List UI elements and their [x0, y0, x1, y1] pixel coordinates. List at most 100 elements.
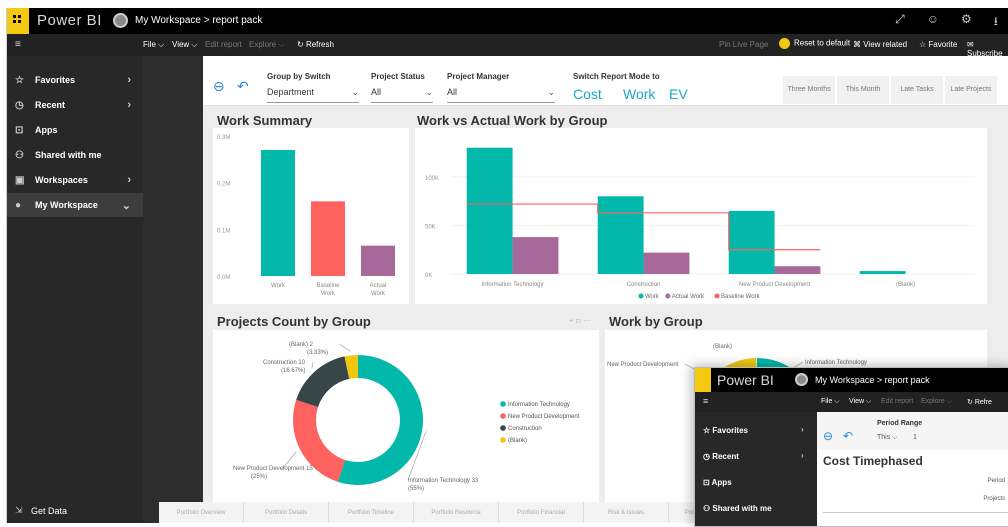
overlay-sidebar-favorites[interactable]: ☆ Favorites: [703, 426, 748, 435]
legend-label: New Product Development: [508, 414, 580, 420]
mode-work-button[interactable]: Work: [623, 86, 655, 102]
tab-portfolio-resource[interactable]: Portfolio Resource: [414, 502, 499, 523]
overlay-avatar: [795, 373, 808, 386]
this-month-button[interactable]: This Month: [837, 76, 889, 104]
overlay-view-menu[interactable]: View ⌵: [849, 398, 871, 406]
x-tick-label: Actual: [370, 283, 387, 289]
settings-gear-icon[interactable]: ⚙: [961, 12, 972, 33]
file-menu[interactable]: File ⌵: [143, 40, 164, 50]
back-arrow-icon[interactable]: ⊖: [213, 78, 225, 95]
legend-marker: [665, 293, 671, 299]
tab-risk-issues[interactable]: Risk & Issues: [584, 502, 669, 523]
sidebar-item-label: Apps: [35, 125, 58, 135]
overlay-period-this-dropdown[interactable]: This ⌵: [877, 434, 897, 442]
view-related-button[interactable]: ⌘ View related: [853, 40, 907, 49]
legend-label: Baseline Work: [721, 294, 761, 300]
sidebar-item-recent[interactable]: ◷ Recent ›: [7, 93, 143, 117]
x-tick-label: Work: [371, 291, 386, 297]
refresh-button[interactable]: ↻ Refresh: [297, 40, 334, 49]
y-tick-label: 50K: [425, 224, 436, 230]
group-by-dropdown[interactable]: Department ⌄: [267, 87, 359, 103]
get-data-button[interactable]: ⇲ Get Data: [7, 498, 143, 523]
overlay-refresh-label: Refre: [974, 399, 992, 406]
report-menu-bar: ≡ File ⌵ View ⌵ Edit report Explore ⌵ ↻ …: [7, 34, 1008, 58]
y-tick-label: 0.0M: [217, 275, 230, 281]
late-projects-button[interactable]: Late Projects: [945, 76, 997, 104]
brand-title: Power BI: [37, 12, 102, 29]
legend-label: (Blank): [508, 438, 527, 444]
data-label-leader: [311, 361, 314, 369]
mode-cost-button[interactable]: Cost: [573, 86, 602, 102]
top-bar: Power BI My Workspace > report pack ⤢ ☺ …: [7, 8, 1008, 34]
sidebar-item-shared[interactable]: ⚇ Shared with me: [7, 143, 143, 167]
reset-to-default-button[interactable]: Reset to default: [779, 38, 850, 49]
visual-header-icons[interactable]: ⌖ ⊡ ···: [569, 316, 591, 326]
bar: [261, 150, 295, 276]
data-label: Information Technology 33: [408, 478, 479, 484]
download-icon[interactable]: ⭳: [994, 12, 998, 33]
projects-count-visual[interactable]: Information Technology 33 (55%) New Produc…: [213, 316, 599, 502]
get-data-label: Get Data: [31, 505, 68, 516]
project-manager-value: All: [447, 87, 458, 97]
project-status-dropdown[interactable]: All ⌄: [371, 87, 433, 103]
legend-marker: [500, 413, 506, 419]
bar-work: [859, 271, 906, 274]
project-manager-dropdown[interactable]: All ⌄: [447, 87, 555, 103]
mode-ev-button[interactable]: EV: [669, 86, 688, 102]
app-launcher-icon[interactable]: [7, 8, 29, 34]
tab-portfolio-financial[interactable]: Portfolio Financial: [499, 502, 584, 523]
overlay-breadcrumb[interactable]: My Workspace > report pack: [815, 375, 930, 385]
tab-portfolio-overview[interactable]: Portfolio Overview: [159, 502, 244, 523]
overlay-edit-report[interactable]: Edit report: [881, 398, 913, 405]
hamburger-icon[interactable]: ≡: [15, 39, 21, 50]
project-manager-label: Project Manager: [447, 72, 510, 81]
overlay-period-number[interactable]: 1: [913, 434, 917, 441]
work-summary-visual[interactable]: 0.0M 0.1M 0.2M 0.3M Work Baseline Work Actual Wo…: [213, 128, 409, 304]
legend-marker: [500, 401, 506, 407]
overlay-report-window: Power BI My Workspace > report pack ≡ Fi…: [694, 367, 1008, 527]
overlay-file-menu[interactable]: File ⌵: [821, 398, 840, 406]
bar-actual-work: [774, 266, 821, 274]
tab-portfolio-timeline[interactable]: Portfolio Timeline: [329, 502, 414, 523]
sidebar-item-workspaces[interactable]: ▣ Workspaces ›: [7, 168, 143, 192]
undo-icon[interactable]: ↶: [237, 78, 249, 95]
clock-icon: ◷: [15, 99, 24, 111]
overlay-app-launcher-icon[interactable]: [695, 368, 711, 392]
tab-portfolio-details[interactable]: Portfolio Details: [244, 502, 329, 523]
view-menu[interactable]: View ⌵: [172, 40, 197, 50]
pin-live-page-button[interactable]: Pin Live Page: [719, 40, 768, 49]
data-label: Information Technology: [805, 360, 867, 366]
overlay-refresh-button[interactable]: ↻ Refre: [967, 398, 992, 406]
sidebar-item-label: Favorites: [35, 75, 76, 85]
expand-icon[interactable]: ⤢: [895, 12, 905, 33]
overlay-sidebar-recent[interactable]: ◷ Recent: [703, 452, 739, 461]
overlay-sidebar-apps[interactable]: ⊡ Apps: [703, 478, 732, 487]
late-tasks-button[interactable]: Late Tasks: [891, 76, 943, 104]
sidebar-item-my-workspace[interactable]: ● My Workspace ⌄: [7, 193, 143, 217]
overlay-explore-menu[interactable]: Explore ⌵: [921, 398, 952, 406]
edit-report-button[interactable]: Edit report: [205, 40, 242, 49]
overlay-hamburger-icon[interactable]: ≡: [703, 396, 708, 406]
overlay-menu-bar: ≡ File ⌵ View ⌵ Edit report Explore ⌵ ↻ …: [695, 392, 1008, 412]
chevron-right-icon: ›: [801, 425, 804, 434]
explore-menu[interactable]: Explore ⌵: [249, 40, 284, 50]
data-label: (Blank) 2: [289, 342, 314, 348]
share-icon: ⚇: [703, 504, 713, 513]
data-label: (Blank): [713, 344, 732, 350]
chat-icon[interactable]: ☺: [927, 12, 939, 33]
overlay-projects-header: Projects: [983, 496, 1005, 502]
overlay-undo-icon[interactable]: ↶: [843, 429, 853, 443]
related-icon: ⌘: [853, 40, 864, 49]
three-months-button[interactable]: Three Months: [783, 76, 835, 104]
sidebar-item-favorites[interactable]: ☆ Favorites ›: [7, 68, 143, 92]
breadcrumb[interactable]: My Workspace > report pack: [135, 15, 262, 26]
overlay-back-icon[interactable]: ⊖: [823, 429, 833, 443]
mail-icon: ✉: [967, 40, 974, 49]
work-summary-title: Work Summary: [217, 113, 313, 128]
work-vs-actual-visual[interactable]: 0K 50K 100K Information Technology Construct…: [415, 128, 987, 304]
sidebar-item-label: Shared with me: [35, 150, 102, 160]
x-tick-label: (Blank): [896, 282, 915, 288]
sidebar-item-apps[interactable]: ⊡ Apps: [7, 118, 143, 142]
favorite-button[interactable]: ☆ Favorite: [919, 40, 957, 49]
overlay-sidebar-shared[interactable]: ⚇ Shared with me: [703, 504, 772, 513]
